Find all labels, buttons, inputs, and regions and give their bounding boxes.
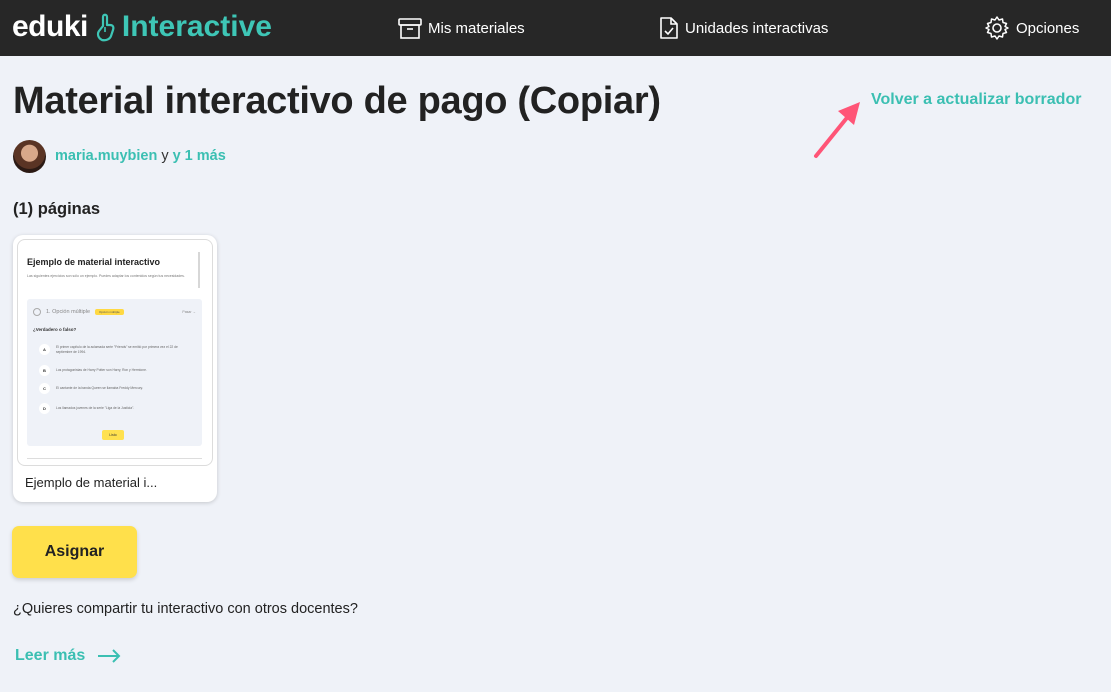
- option-letter: B: [39, 365, 50, 376]
- logo-product: Interactive: [121, 10, 272, 43]
- thumbnail-option: B Los protagonistas de Harry Potter son …: [39, 365, 189, 376]
- annotation-arrow-icon: [814, 102, 860, 158]
- nav-label: Mis materiales: [428, 19, 525, 37]
- author-conjunction: y: [161, 148, 169, 164]
- assign-button[interactable]: Asignar: [12, 526, 137, 578]
- thumbnail-option: A El primer capítulo de la aclamada seri…: [39, 344, 189, 355]
- thumbnail-question-type: 1. Opción múltiple: [46, 309, 91, 315]
- page-card[interactable]: Ejemplo de material interactivo Las sigu…: [13, 235, 217, 502]
- top-bar: eduki Interactive Mis materiales Unidade…: [0, 0, 1111, 56]
- option-text: Los llamados jovenes de la serie "Liga d…: [56, 406, 135, 411]
- thumbnail-description: Las siguientes ejercicios son sólo un ej…: [27, 274, 185, 278]
- thumbnail-badge: Opción múltiple: [95, 309, 124, 315]
- thumbnail-question-box: 1. Opción múltiple Opción múltiple Pasar…: [27, 299, 202, 446]
- thumbnail-scrollbar: [198, 252, 200, 288]
- share-question: ¿Quieres compartir tu interactivo con ot…: [13, 601, 358, 617]
- thumbnail-option: C El cantante de la banda Queen se llama…: [39, 383, 189, 394]
- thumbnail-points: Pasar →: [182, 310, 196, 314]
- option-text: Los protagonistas de Harry Potter son Ha…: [56, 368, 147, 373]
- nav-opciones[interactable]: Opciones: [984, 15, 1079, 41]
- page-card-label: Ejemplo de material i...: [25, 475, 158, 490]
- pages-count: (1) páginas: [13, 200, 101, 218]
- thumbnail-question: ¿Verdadero o falso?: [33, 327, 77, 332]
- read-more-link[interactable]: Leer más: [15, 647, 121, 665]
- eduki-interactive-logo[interactable]: eduki Interactive: [12, 10, 272, 44]
- nav-unidades-interactivas[interactable]: Unidades interactivas: [659, 15, 828, 41]
- option-text: El primer capítulo de la aclamada serie …: [56, 345, 178, 354]
- option-text: El cantante de la banda Queen se llamaba…: [56, 386, 143, 391]
- option-letter: C: [39, 383, 50, 394]
- page-thumbnail: Ejemplo de material interactivo Las sigu…: [17, 239, 213, 466]
- option-letter: A: [39, 344, 50, 355]
- hand-pointer-icon: [96, 13, 115, 42]
- archive-box-icon: [398, 18, 422, 39]
- option-letter: D: [39, 403, 50, 414]
- thumbnail-submit-button: Listo: [102, 430, 124, 440]
- document-check-icon: [660, 17, 678, 39]
- nav-label: Unidades interactivas: [685, 19, 829, 37]
- author-name-link[interactable]: maria.muybien: [55, 148, 157, 164]
- thumbnail-question-header: 1. Opción múltiple Opción múltiple: [33, 308, 124, 316]
- logo-brand: eduki: [12, 10, 88, 43]
- author-row: maria.muybien y y 1 más: [13, 139, 226, 173]
- more-authors-link[interactable]: y 1 más: [173, 148, 226, 164]
- thumbnail-divider: [27, 458, 202, 459]
- nav-mis-materiales[interactable]: Mis materiales: [398, 15, 525, 41]
- gear-icon: [985, 16, 1009, 40]
- update-draft-link[interactable]: Volver a actualizar borrador: [871, 91, 1081, 109]
- arrow-right-icon: [98, 649, 121, 663]
- nav-label: Opciones: [1016, 19, 1080, 37]
- page-title: Material interactivo de pago (Copiar): [13, 80, 661, 122]
- avatar[interactable]: [13, 139, 46, 173]
- thumbnail-option: D Los llamados jovenes de la serie "Liga…: [39, 403, 189, 414]
- read-more-label: Leer más: [15, 647, 86, 664]
- thumbnail-title: Ejemplo de material interactivo: [27, 257, 161, 267]
- circle-check-icon: [33, 308, 41, 316]
